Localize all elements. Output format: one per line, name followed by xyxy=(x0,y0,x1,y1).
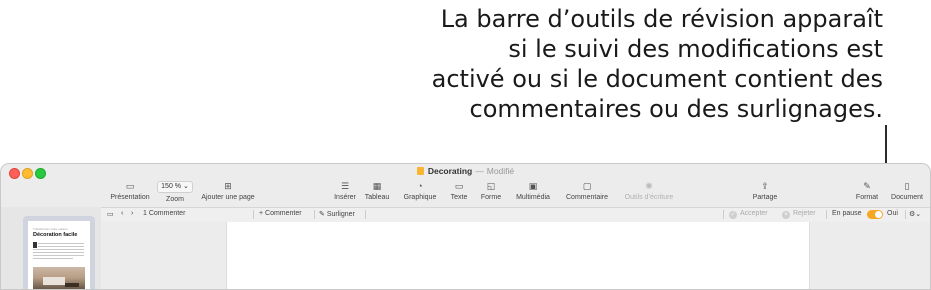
shape-icon: ◱ xyxy=(486,181,496,191)
add-page-button[interactable]: ⊞ Ajouter une page xyxy=(201,181,254,201)
writing-tools-button[interactable]: ✺ Outils d’écriture xyxy=(625,181,674,201)
review-divider xyxy=(314,210,315,219)
callout-line: si le suivi des modifications est xyxy=(508,35,883,63)
callout-line: commentaires ou des surlignages. xyxy=(469,95,884,123)
review-divider xyxy=(826,210,827,219)
accept-check-icon: ✓ xyxy=(729,211,737,219)
shape-label: Forme xyxy=(480,194,502,201)
media-button[interactable]: ▣ Multimédia xyxy=(516,181,550,201)
media-label: Multimédia xyxy=(516,194,550,201)
share-label: Partage xyxy=(752,194,778,201)
text-label: Texte xyxy=(450,194,468,201)
thumbnail-kicker: Transformez votre maison xyxy=(33,227,68,231)
review-divider xyxy=(905,210,906,219)
document-label: Document xyxy=(891,194,923,201)
document-name: Decorating xyxy=(427,166,473,176)
zoom-label: Zoom xyxy=(166,196,184,203)
pages-window: Decorating — Modifié ▭ Présentation 150 % … xyxy=(0,163,931,290)
zoom-control[interactable]: 150 % ⌄ Zoom xyxy=(157,181,193,203)
next-comment-icon[interactable]: › xyxy=(131,210,133,217)
insert-icon: ☰ xyxy=(340,181,350,191)
paused-label: En pause xyxy=(832,210,862,217)
thumbnail-photo-table xyxy=(65,283,79,287)
media-icon: ▣ xyxy=(528,181,538,191)
callout-line: activé ou si le document contient des xyxy=(431,65,883,93)
presentation-button[interactable]: ▭ Présentation xyxy=(110,181,149,201)
callout-line: La barre d’outils de révision apparaît xyxy=(440,5,883,33)
thumbnail-text-line xyxy=(33,252,84,253)
track-changes-toggle[interactable] xyxy=(867,210,883,219)
chart-icon: ◔ xyxy=(417,181,423,191)
text-box-icon: ▭ xyxy=(454,181,464,191)
writing-tools-icon: ✺ xyxy=(645,181,653,191)
reject-label: Rejeter xyxy=(793,210,816,217)
review-toolbar: ▭ ‹ › 1 Commenter + Commenter ✎ Surligne… xyxy=(101,207,930,223)
reject-x-icon: × xyxy=(782,211,790,219)
document-canvas xyxy=(101,222,930,289)
toggle-on-label: Oui xyxy=(887,210,898,217)
thumbnail-title: Décoration facile xyxy=(33,232,78,238)
accept-button[interactable]: ✓ Accepter xyxy=(729,210,768,219)
writing-tools-label: Outils d’écriture xyxy=(624,194,674,201)
insert-label: Insérer xyxy=(334,194,356,201)
pencil-icon: ✎ xyxy=(319,211,327,218)
document-icon: ▯ xyxy=(904,181,910,191)
add-page-icon: ⊞ xyxy=(224,181,232,191)
add-page-label: Ajouter une page xyxy=(201,194,255,201)
review-divider xyxy=(365,210,366,219)
accept-label: Accepter xyxy=(740,210,768,217)
reject-button[interactable]: × Rejeter xyxy=(782,210,816,219)
comment-icon: ▢ xyxy=(582,181,592,191)
comment-count[interactable]: 1 Commenter xyxy=(143,210,185,217)
insert-button[interactable]: ☰ Insérer xyxy=(334,181,356,201)
format-button[interactable]: ✎ Format xyxy=(856,181,878,201)
document-button[interactable]: ▯ Document xyxy=(891,181,923,201)
table-label: Tableau xyxy=(364,194,390,201)
window-title: Decorating — Modifié xyxy=(1,166,930,176)
thumbnail-text-line xyxy=(38,246,84,247)
document-page[interactable] xyxy=(226,222,810,289)
chart-button[interactable]: ◔ Graphique xyxy=(404,181,437,201)
highlight-button[interactable]: ✎ Surligner xyxy=(319,210,355,218)
thumbnail-photo xyxy=(33,267,85,289)
presentation-label: Présentation xyxy=(110,194,150,201)
chart-label: Graphique xyxy=(403,194,437,201)
shape-button[interactable]: ◱ Forme xyxy=(481,181,501,201)
title-separator: — xyxy=(475,166,484,176)
review-settings-icon[interactable]: ⚙︎⌄ xyxy=(909,210,921,218)
previous-comment-icon[interactable]: ‹ xyxy=(121,210,123,217)
document-status: Modifié xyxy=(486,166,515,176)
share-button[interactable]: ⇪ Partage xyxy=(753,181,778,201)
table-button[interactable]: ▦ Tableau xyxy=(365,181,390,201)
review-divider xyxy=(723,210,724,219)
paintbrush-icon: ✎ xyxy=(863,181,871,191)
sidebar-toggle-icon[interactable]: ▭ xyxy=(107,210,114,218)
callout-text: La barre d’outils de révision apparaît s… xyxy=(363,4,883,124)
share-icon: ⇪ xyxy=(761,181,769,191)
page-thumbnail[interactable]: Transformez votre maison Décoration faci… xyxy=(28,221,90,289)
thumbnail-text-line xyxy=(33,255,84,256)
highlight-label: Surligner xyxy=(326,211,355,218)
pages-document-icon xyxy=(416,167,424,175)
review-divider xyxy=(253,210,254,219)
thumbnail-dropcap xyxy=(33,242,37,248)
page-thumbnails-sidebar: Transformez votre maison Décoration faci… xyxy=(1,207,102,289)
title-bar: Decorating — Modifié xyxy=(1,164,930,182)
zoom-select[interactable]: 150 % ⌄ xyxy=(157,181,193,193)
comment-button[interactable]: ▢ Commentaire xyxy=(566,181,608,201)
format-label: Format xyxy=(855,194,879,201)
comment-label: Commentaire xyxy=(565,194,609,201)
add-comment-button[interactable]: + Commenter xyxy=(259,210,302,217)
sidebar-view-icon: ▭ xyxy=(125,181,135,191)
thumbnail-photo-sofa xyxy=(43,277,65,285)
text-button[interactable]: ▭ Texte xyxy=(451,181,468,201)
table-icon: ▦ xyxy=(372,181,382,191)
thumbnail-text-line xyxy=(33,249,84,250)
thumbnail-text-line xyxy=(38,243,84,244)
thumbnail-text-line xyxy=(33,258,73,259)
